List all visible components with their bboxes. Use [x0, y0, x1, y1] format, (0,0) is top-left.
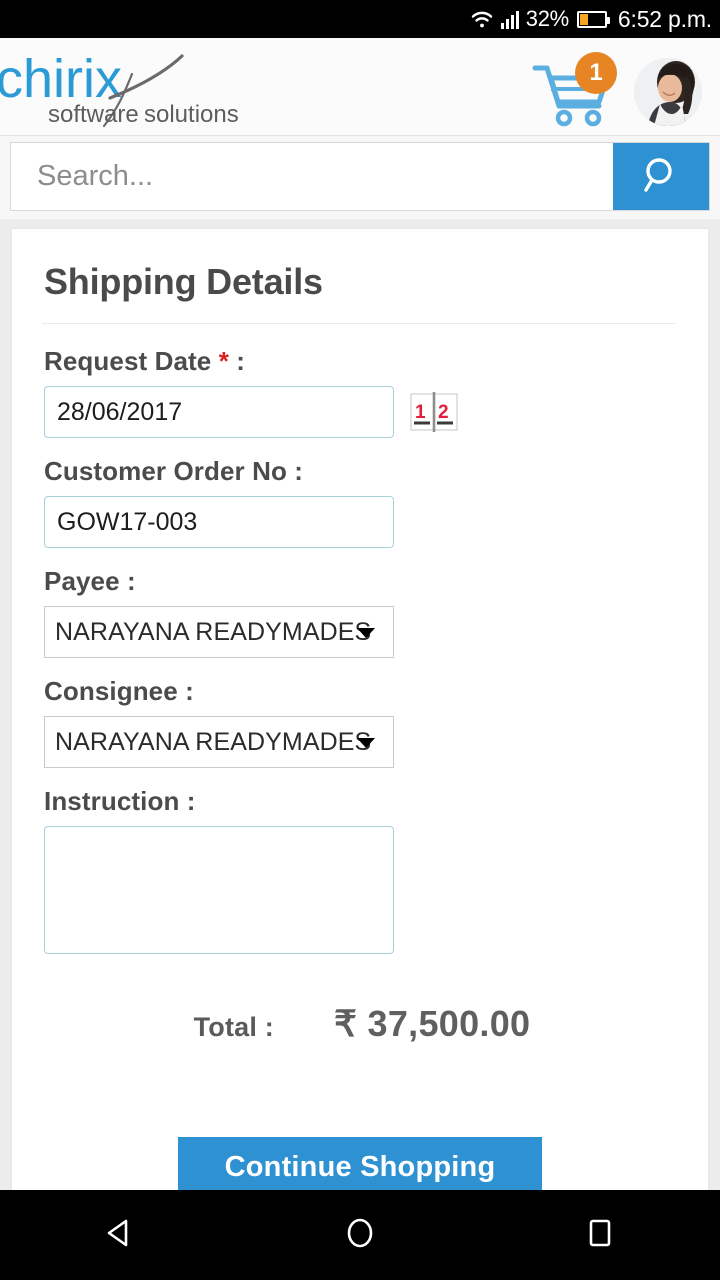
- payee-colon: :: [127, 566, 136, 596]
- search-field-group: [10, 142, 710, 211]
- customer-order-no-colon: :: [294, 456, 304, 486]
- instruction-label-text: Instruction: [44, 786, 180, 816]
- nav-home-button[interactable]: [300, 1190, 420, 1280]
- avatar[interactable]: [634, 58, 702, 126]
- field-instruction: Instruction :: [34, 786, 686, 959]
- svg-text:solutions: solutions: [144, 101, 239, 128]
- page-title: Shipping Details: [44, 261, 323, 302]
- shopping-cart-icon: [531, 65, 615, 134]
- back-icon: [100, 1213, 140, 1258]
- chevron-down-icon: [357, 738, 375, 748]
- cart-badge-count: 1: [575, 52, 617, 94]
- brand-logo[interactable]: chirix software solutions: [0, 50, 300, 130]
- nav-recents-button[interactable]: [540, 1190, 660, 1280]
- consignee-label: Consignee :: [44, 676, 686, 707]
- total-label: Total :: [193, 1012, 274, 1042]
- request-date-input[interactable]: [44, 386, 394, 438]
- search-input[interactable]: [11, 143, 613, 210]
- consignee-select[interactable]: NARAYANA READYMADES: [44, 716, 394, 768]
- consignee-label-text: Consignee: [44, 676, 178, 706]
- cart-button[interactable]: 1: [531, 52, 617, 130]
- chevron-down-icon: [357, 628, 375, 638]
- instruction-label: Instruction :: [44, 786, 686, 817]
- request-date-row: 1 2: [44, 386, 686, 438]
- payee-selected-value: NARAYANA READYMADES: [55, 617, 372, 646]
- required-asterisk: *: [218, 346, 229, 376]
- app-header: chirix software solutions 1: [0, 38, 720, 136]
- wifi-icon: [470, 9, 494, 29]
- request-date-label-text: Request Date: [44, 346, 212, 376]
- battery-icon: [576, 10, 610, 28]
- recents-icon: [580, 1213, 620, 1258]
- customer-order-no-label-text: Customer Order No: [44, 456, 287, 486]
- instruction-textarea[interactable]: [44, 826, 394, 954]
- search-button[interactable]: [613, 143, 709, 210]
- page-body: Shipping Details Request Date * : 28/06/…: [0, 219, 720, 1190]
- svg-text:software: software: [48, 101, 139, 128]
- search-icon: [639, 153, 683, 200]
- field-consignee: Consignee : NARAYANA READYMADES: [34, 676, 686, 768]
- total-row: Total : ₹ 37,500.00: [34, 1003, 686, 1045]
- status-icons: 32% 6:52 p.m.: [470, 6, 712, 33]
- svg-text:2: 2: [438, 402, 449, 423]
- instruction-colon: :: [186, 786, 196, 816]
- customer-order-no-label: Customer Order No :: [44, 456, 686, 487]
- customer-order-no-input[interactable]: [44, 496, 394, 548]
- shipping-details-card: Shipping Details Request Date * : 28/06/…: [12, 229, 708, 1190]
- nav-back-button[interactable]: [60, 1190, 180, 1280]
- request-date-label: Request Date * :: [44, 346, 686, 377]
- total-value: ₹ 37,500.00: [334, 1003, 531, 1044]
- search-bar: [0, 136, 720, 219]
- field-payee: Payee : NARAYANA READYMADES: [34, 566, 686, 658]
- android-nav-bar: [0, 1190, 720, 1280]
- status-bar: 32% 6:52 p.m.: [0, 0, 720, 38]
- consignee-selected-value: NARAYANA READYMADES: [55, 727, 372, 756]
- clock-label: 6:52 p.m.: [617, 5, 712, 32]
- calendar-date-picker-icon[interactable]: 1 2: [410, 391, 458, 433]
- battery-percent-label: 32%: [525, 6, 569, 31]
- svg-text:1: 1: [415, 402, 426, 423]
- consignee-colon: :: [185, 676, 194, 706]
- field-customer-order-no: Customer Order No :: [34, 456, 686, 548]
- payee-label: Payee :: [44, 566, 686, 597]
- field-request-date: Request Date * : 1 2: [34, 346, 686, 438]
- payee-label-text: Payee: [44, 566, 120, 596]
- phone-screen: 32% 6:52 p.m. chirix software solutions …: [0, 0, 720, 1280]
- payee-select[interactable]: NARAYANA READYMADES: [44, 606, 394, 658]
- action-row: Continue Shopping: [34, 1137, 686, 1190]
- home-icon: [340, 1213, 380, 1258]
- cellular-signal-icon: [500, 10, 519, 29]
- continue-shopping-button[interactable]: Continue Shopping: [178, 1137, 542, 1190]
- request-date-colon: :: [236, 346, 245, 376]
